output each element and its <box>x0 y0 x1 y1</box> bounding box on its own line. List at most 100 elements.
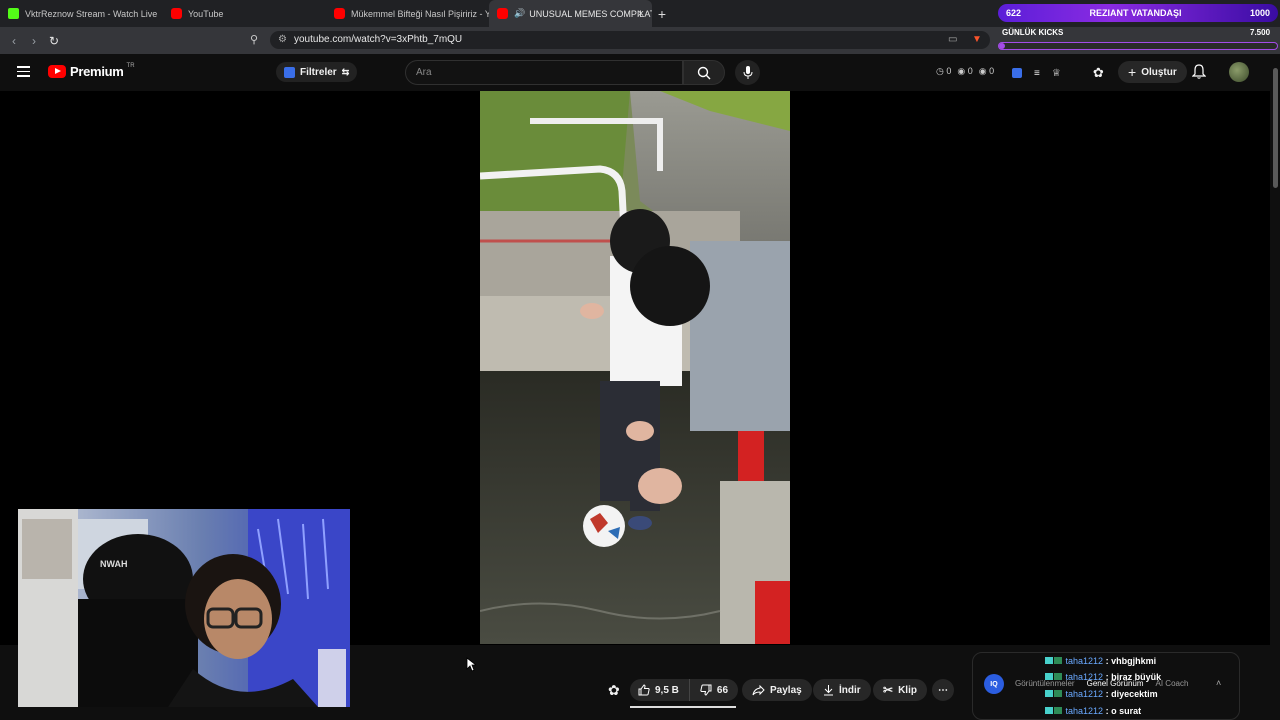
share-group: Paylaş <box>742 679 812 701</box>
like-button[interactable]: 9,5 B <box>630 679 689 701</box>
scissors-icon: ✂ <box>883 683 894 697</box>
badge-icon <box>1054 690 1062 697</box>
goal-progress-fill <box>999 43 1005 49</box>
tab-title: Mükemmel Bifteği Nasıl Pişiririz - You <box>351 8 489 19</box>
tab-title: UNUSUAL MEMES COMPILAT <box>529 8 652 19</box>
create-button[interactable]: + Oluştur <box>1118 61 1187 83</box>
chat-username[interactable]: taha1212 <box>1066 706 1104 716</box>
like-dislike-group: 9,5 B 66 <box>630 679 739 701</box>
chat-username[interactable]: taha1212 <box>1066 672 1104 682</box>
filters-label: Filtreler <box>300 66 337 78</box>
chat-message: taha1212 : biraz büyük <box>1045 672 1161 682</box>
voice-search-button[interactable] <box>735 60 760 85</box>
extension-stats: ◷ 0 ◉ 0 ◉ 0 <box>936 66 994 77</box>
video-frame[interactable] <box>480 91 790 644</box>
more-actions-button[interactable]: ⋯ <box>932 679 954 701</box>
extension-icon[interactable]: ✿ <box>1093 65 1104 81</box>
share-icon <box>752 684 765 695</box>
chat-message: taha1212 : o surat <box>1045 706 1141 716</box>
svg-text:NWAH: NWAH <box>100 559 128 569</box>
back-icon[interactable]: ‹ <box>4 34 24 48</box>
tab-title: VktrReznow Stream - Watch Live <box>25 8 158 19</box>
cast-icon[interactable]: ▭ <box>948 31 957 49</box>
stat-views: ◉ 0 <box>957 66 973 76</box>
dislike-count: 66 <box>716 684 729 696</box>
chat-text: : vhbgjhkmi <box>1105 656 1157 666</box>
page-scrollbar[interactable] <box>1271 54 1280 720</box>
tab-title: YouTube <box>188 8 224 19</box>
more-icon: ⋯ <box>938 684 948 696</box>
country-code: TR <box>126 62 135 69</box>
chat-username[interactable]: taha1212 <box>1066 689 1104 699</box>
trophy-icon[interactable]: ♕ <box>1052 68 1061 79</box>
list-icon[interactable]: ≡ <box>1034 68 1040 79</box>
scrollbar-thumb[interactable] <box>1273 68 1278 188</box>
header-extension-icons: ≡ ♕ ✿ <box>1012 65 1104 81</box>
browser-tab[interactable]: VktrReznow Stream - Watch Live <box>0 0 163 27</box>
extension-right-value: 1000 <box>1249 8 1270 18</box>
search-input[interactable]: Ara <box>405 60 683 85</box>
brave-shield-icon[interactable]: ▼ <box>972 31 982 49</box>
download-group: İndir <box>813 679 871 701</box>
notifications-button[interactable] <box>1191 64 1207 84</box>
clip-group: ✂ Klip <box>873 679 927 701</box>
extension-top-bar: 622 REZIANT VATANDAŞI 1000 <box>998 4 1278 22</box>
bell-icon <box>1191 64 1207 79</box>
close-icon[interactable]: × <box>638 8 644 20</box>
chat-text: : biraz büyük <box>1105 672 1162 682</box>
forward-icon[interactable]: › <box>24 34 44 48</box>
kick-extension-overlay: 622 REZIANT VATANDAŞI 1000 GÜNLÜK KICKS … <box>998 4 1278 52</box>
chevron-up-icon[interactable]: ˄ <box>1216 678 1221 688</box>
mouse-cursor-icon <box>466 657 476 672</box>
search-icon <box>697 66 711 79</box>
youtube-play-icon <box>48 65 66 78</box>
download-button[interactable]: İndir <box>813 679 871 701</box>
url-field[interactable]: ⚙ youtube.com/watch?v=3xPhtb_7mQU ▭ ▼ <box>270 31 990 49</box>
site-info-icon[interactable]: ⚙ <box>278 31 287 49</box>
avatar[interactable] <box>1229 62 1249 82</box>
youtube-header: Premium TR Filtreler ⇆ Ara ◷ 0 ◉ 0 ◉ 0 ≡… <box>0 54 1280 91</box>
speaker-icon: 🔊 <box>514 8 526 18</box>
thumbs-down-icon <box>700 684 712 696</box>
iq-assistant-button[interactable]: IQ <box>984 674 1004 694</box>
new-tab-button[interactable]: + <box>652 6 672 22</box>
chat-username[interactable]: taha1212 <box>1066 656 1104 666</box>
browser-tab-active[interactable]: 🔊 UNUSUAL MEMES COMPILAT × <box>489 0 652 27</box>
dislike-button[interactable]: 66 <box>688 679 739 701</box>
extension-goal-bar: GÜNLÜK KICKS 7.500 <box>998 26 1278 52</box>
webcam-overlay: NWAH <box>18 509 350 707</box>
youtube-logo[interactable]: Premium TR <box>48 62 135 79</box>
goal-value: 7.500 <box>1250 28 1271 37</box>
kick-icon <box>8 8 19 19</box>
badge-icon <box>1045 707 1053 714</box>
badge-icon <box>1045 690 1053 697</box>
share-button[interactable]: Paylaş <box>742 679 812 701</box>
iq-icon <box>284 66 295 78</box>
logo-text: Premium <box>70 64 124 79</box>
bookmark-icon[interactable]: ⚲ <box>250 33 258 46</box>
menu-icon[interactable] <box>17 66 30 77</box>
create-label: Oluştur <box>1141 66 1177 78</box>
chat-text: : diyecektim <box>1105 689 1158 699</box>
chat-message: taha1212 : vhbgjhkmi <box>1045 656 1156 666</box>
goal-label: GÜNLÜK KICKS <box>1002 28 1064 37</box>
clip-button[interactable]: ✂ Klip <box>873 679 927 701</box>
search-button[interactable] <box>683 60 725 85</box>
url-text: youtube.com/watch?v=3xPhtb_7mQU <box>294 34 463 45</box>
iq-icon[interactable] <box>1012 68 1022 78</box>
extension-left-value: 622 <box>1006 8 1022 18</box>
reload-icon[interactable]: ↻ <box>44 34 64 48</box>
browser-tab[interactable]: YouTube <box>163 0 326 27</box>
badge-icon <box>1045 673 1053 680</box>
video-content <box>480 91 790 644</box>
like-ratio-bar <box>630 706 736 708</box>
more-group: ⋯ <box>932 679 954 701</box>
extension-button[interactable]: ✿ <box>608 679 620 701</box>
like-count: 9,5 B <box>655 684 679 696</box>
sliders-icon: ⇆ <box>341 66 350 77</box>
browser-tab[interactable]: Mükemmel Bifteği Nasıl Pişiririz - You <box>326 0 489 27</box>
badge-icon <box>1045 657 1053 664</box>
filters-button[interactable]: Filtreler ⇆ <box>276 62 358 82</box>
badge-icon <box>1054 657 1062 664</box>
chat-message: taha1212 : diyecektim <box>1045 689 1158 699</box>
